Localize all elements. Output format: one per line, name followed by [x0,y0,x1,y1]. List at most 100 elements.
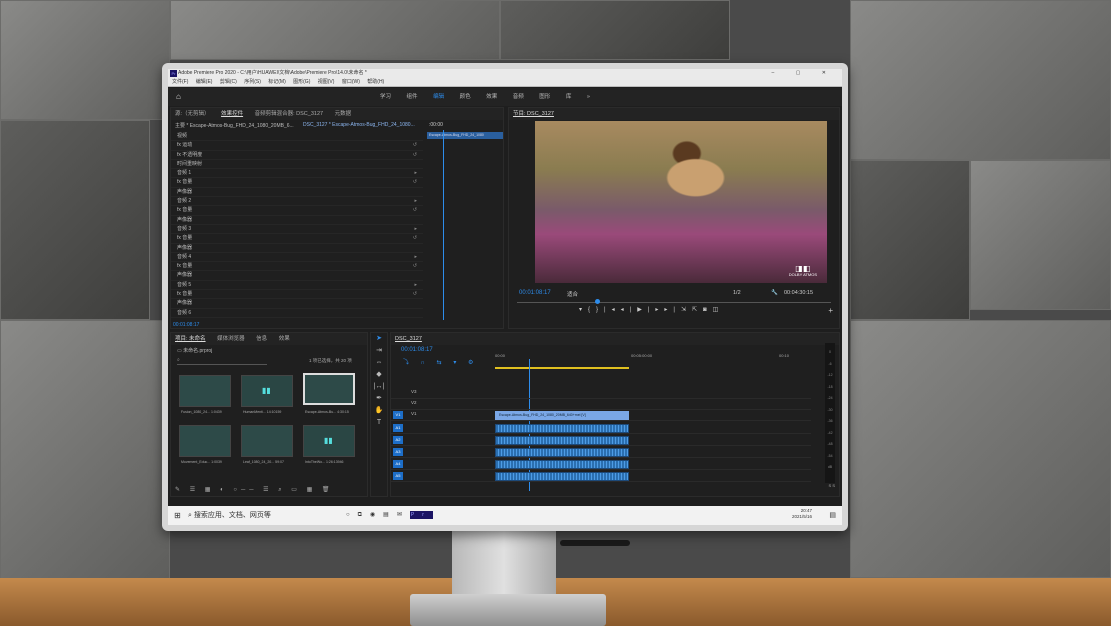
project-item-thumbnail[interactable] [241,425,293,457]
program-timecode[interactable]: 00:01:08:17 [519,290,551,296]
premiere-taskbar-icon[interactable]: Pr [409,511,433,519]
tab-effects[interactable]: 效果 [279,336,290,342]
insert-icon[interactable]: ⇲ [681,307,692,313]
meter-solo-buttons[interactable]: S S [829,483,835,488]
tab-media-browser[interactable]: 媒体浏览器 [217,336,245,342]
edge-icon[interactable]: ◉ [370,512,383,518]
track-target-a3[interactable]: A3 [393,448,403,456]
effect-row[interactable]: 音频 2 ▸ [171,197,423,207]
menu-view[interactable]: 视图(V) [318,79,335,85]
workspace-effects[interactable]: 效果 [486,94,497,100]
program-monitor-title[interactable]: 节目: DSC_3127 [513,111,554,117]
selection-tool-icon[interactable]: ➤ [371,333,387,345]
effect-playhead[interactable] [443,130,444,320]
effect-row[interactable]: fx 不透明度 ↺ [171,151,423,160]
timeline-sequence-tab[interactable]: DSC_3127 [395,336,422,342]
play-icon[interactable]: ▶ [637,307,648,313]
step-forward-icon[interactable]: |▸ [648,307,665,313]
cortana-icon[interactable]: ○ [346,512,358,518]
track-select-icon[interactable]: ⇥ [371,345,387,357]
menu-edit[interactable]: 编辑(E) [196,79,213,85]
project-footer-tools[interactable]: ✎ ☰ ▦ ◐ ○── ☰ ⌕ ▭ ▦ 🗑 [175,486,334,494]
ripple-edit-icon[interactable]: ⇔ [371,357,387,369]
overwrite-icon[interactable]: ⇱ [692,307,703,313]
track-target-v1[interactable]: V1 [393,411,403,419]
workspace-audio[interactable]: 音频 [513,94,524,100]
audio-clip[interactable] [495,424,629,433]
task-view-icon[interactable]: ⧉ [358,512,370,518]
workspace-assembly[interactable]: 组件 [407,94,418,100]
timeline-timecode[interactable]: 00:01:08:17 [401,347,433,353]
tab-effect-controls[interactable]: 效果控件 [221,111,243,117]
fit-dropdown[interactable]: 适合 [567,290,578,298]
tab-project[interactable]: 项目: 未命名 [175,336,206,342]
effect-row[interactable]: fx 音量 ↺ [171,178,423,188]
effect-row[interactable]: 声像器 [171,299,423,309]
audio-clip[interactable] [495,472,629,481]
razor-icon[interactable]: ◆ [371,369,387,381]
menu-sequence[interactable]: 序列(S) [244,79,261,85]
tab-source[interactable]: 源:（无剪辑） [175,111,210,117]
system-tray[interactable]: 20:47 2021/5/16 [792,508,812,520]
effect-row[interactable]: fx 音量 ↺ [171,290,423,300]
audio-clip[interactable] [495,448,629,457]
effect-row[interactable]: 声像器 [171,188,423,198]
project-item-thumbnail[interactable]: ▮▮ [303,425,355,457]
tab-audio-clip-mixer[interactable]: 音频剪辑混合器: DSC_3127 [255,111,323,117]
resolution-dropdown[interactable]: 1/2 [733,290,741,296]
effect-row[interactable]: fx 运动 ↺ [171,141,423,151]
effect-row[interactable]: 声像器 [171,244,423,253]
mark-out-icon[interactable]: } [596,307,604,313]
effect-row[interactable]: 声像器 [171,216,423,225]
sequence-clip-selector[interactable]: DSC_3127 * Escape-Atmos-Bug_FHD_24_1080.… [299,120,419,130]
go-to-in-icon[interactable]: |◂ [604,307,621,313]
project-item-thumbnail[interactable] [179,375,231,407]
effect-row[interactable]: 音频 1 ▸ [171,169,423,179]
windows-start-icon[interactable]: ⊞ [174,506,181,525]
effect-row[interactable]: 音频 3 ▸ [171,225,423,235]
track-target-a5[interactable]: A5 [393,472,403,480]
program-playhead[interactable] [595,299,600,304]
home-icon[interactable]: ⌂ [176,88,181,106]
audio-clip[interactable] [495,436,629,445]
workspace-editing[interactable]: 编辑 [433,94,444,100]
workspace-libraries[interactable]: 库 [566,94,572,100]
effect-clip-bar[interactable]: Escape-Atmos-Bug_FHD_24_1080 [427,132,503,139]
tab-metadata[interactable]: 元数据 [335,111,352,117]
effect-row[interactable]: fx 音量 ↺ [171,262,423,272]
workspace-learn[interactable]: 学习 [380,94,391,100]
audio-clip[interactable] [495,460,629,469]
effect-row[interactable]: fx 音量 ↺ [171,234,423,244]
video-clip[interactable]: Escape-Atmos-Bug_FHD_24_1080_20MB_640+me… [495,411,629,420]
file-explorer-icon[interactable]: ▤ [383,512,397,518]
add-button-icon[interactable]: + [828,306,833,315]
video-track[interactable]: V2 [391,400,811,410]
pen-icon[interactable]: ✒ [371,393,387,405]
step-back-icon[interactable]: ◂| [621,307,638,313]
hand-icon[interactable]: ✋ [371,405,387,417]
track-target-a2[interactable]: A2 [393,436,403,444]
more-workspaces-icon[interactable]: » [587,94,590,100]
work-area-bar[interactable] [495,367,629,369]
taskbar-search[interactable]: ⌕ 搜索应用、文档、网页等 [188,506,271,525]
video-track[interactable]: V3 [391,389,811,399]
tab-info[interactable]: 信息 [256,336,267,342]
effect-row[interactable]: 声像器 [171,271,423,281]
notifications-icon[interactable]: ▤ [829,506,836,525]
go-to-out-icon[interactable]: ▸| [664,307,681,313]
workspace-color[interactable]: 颜色 [460,94,471,100]
type-icon[interactable]: T [371,417,387,429]
project-search-input[interactable]: ⌕ [177,357,267,365]
menu-window[interactable]: 窗口(W) [342,79,360,85]
slip-icon[interactable]: |↔| [371,381,387,393]
workspace-graphics[interactable]: 图形 [539,94,550,100]
track-target-a4[interactable]: A4 [393,460,403,468]
marker-icon[interactable]: ▾ [579,307,588,313]
effect-row[interactable]: 时间重映射 [171,160,423,170]
mark-in-icon[interactable]: { [588,307,596,313]
effect-row[interactable]: 音频 4 ▸ [171,253,423,263]
master-clip-selector[interactable]: 主要 * Escape-Atmos-Bug_FHD_24_1080_20MB_6… [171,120,298,131]
project-item-thumbnail[interactable] [179,425,231,457]
export-frame-icon[interactable]: ◙ [703,307,713,313]
effect-row[interactable]: 音频 6 [171,309,423,318]
